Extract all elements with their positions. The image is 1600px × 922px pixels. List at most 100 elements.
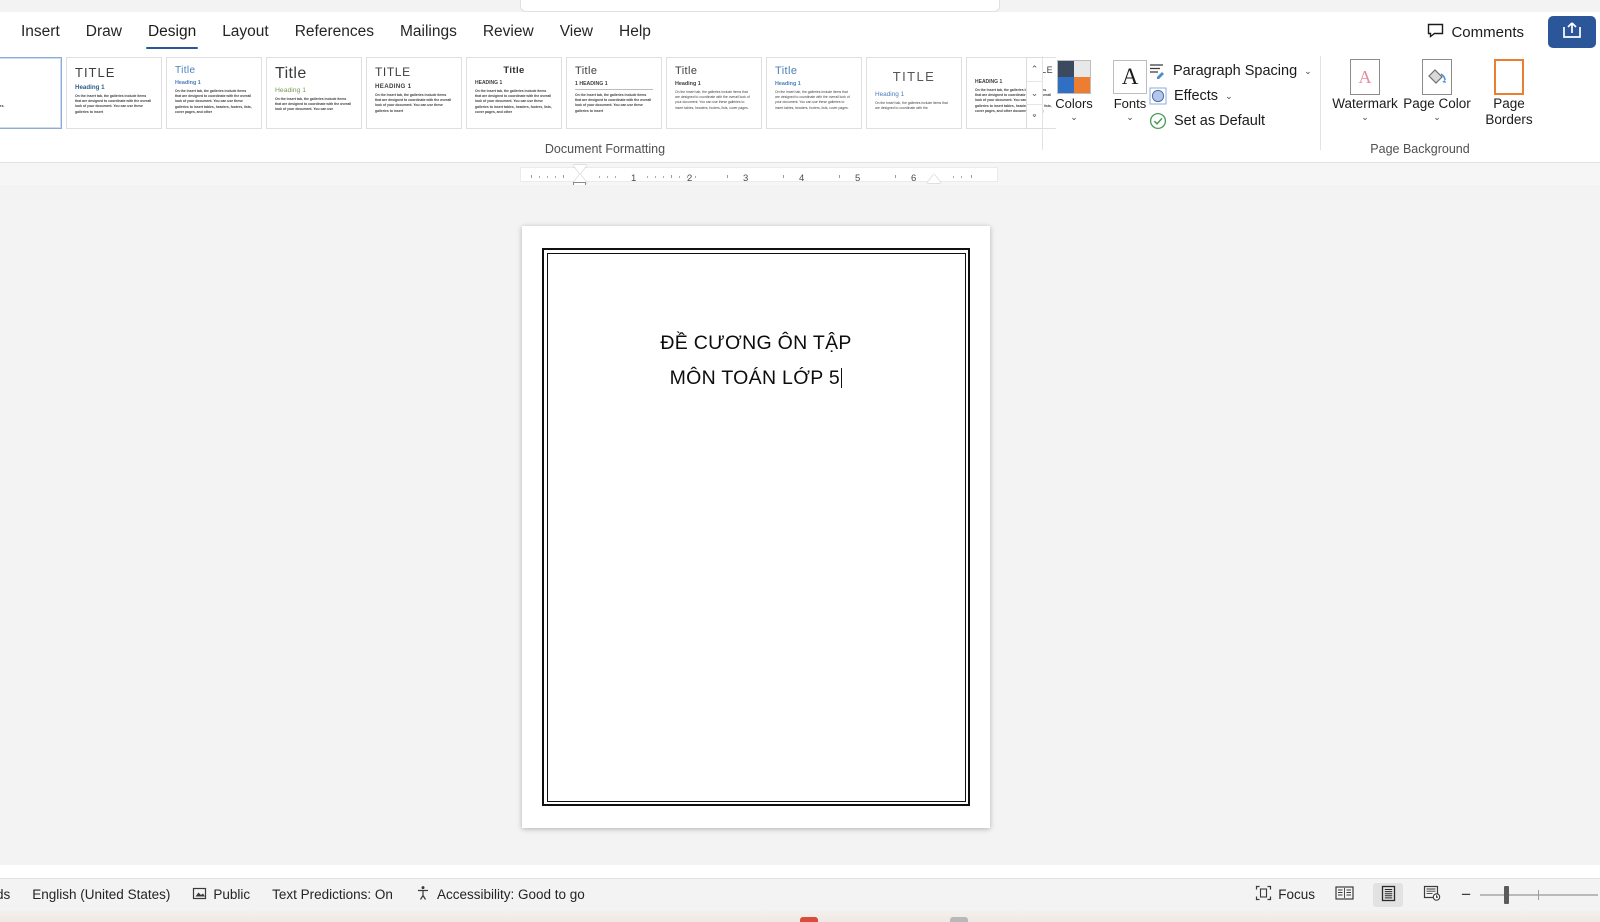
- search-input[interactable]: [520, 0, 1000, 12]
- style-thumbnail[interactable]: Title 1 HEADING 1 On the Insert tab, the…: [566, 57, 662, 129]
- word-count-status[interactable]: ds: [0, 887, 10, 902]
- chevron-down-icon[interactable]: ⌄: [1225, 92, 1233, 100]
- tab-mailings[interactable]: Mailings: [387, 17, 470, 47]
- ruler-tick-2: 2: [687, 173, 692, 184]
- page-borders-icon: [1494, 59, 1524, 95]
- ruler-tick-6: 6: [911, 173, 916, 184]
- zoom-midpoint: [1538, 890, 1539, 900]
- watermark-button[interactable]: A Watermark ⌄: [1330, 56, 1400, 128]
- accessibility-status[interactable]: Accessibility: Good to go: [415, 885, 585, 904]
- effects-label: Effects: [1174, 88, 1218, 104]
- paragraph-spacing-label: Paragraph Spacing: [1173, 63, 1297, 79]
- document-page[interactable]: ĐỀ CƯƠNG ÔN TẬP MÔN TOÁN LỚP 5: [522, 226, 990, 828]
- tab-help[interactable]: Help: [606, 17, 664, 47]
- page-color-button[interactable]: Page Color ⌄: [1402, 56, 1472, 128]
- view-web-layout[interactable]: [1417, 883, 1447, 907]
- style-thumbnail[interactable]: rem includecoordinater document,es to in…: [0, 57, 62, 129]
- page-background-group: A Watermark ⌄ Page Color ⌄ Page Bor: [1330, 56, 1544, 128]
- status-bar-right: Focus: [1255, 883, 1600, 907]
- style-thumbnail[interactable]: TITLE Heading 1 On the Insert tab, the g…: [66, 57, 162, 129]
- chevron-down-icon[interactable]: ⌄: [1126, 113, 1134, 121]
- read-mode-icon: [1335, 885, 1354, 904]
- ruler-tick-4: 4: [799, 173, 804, 184]
- tab-review[interactable]: Review: [470, 17, 547, 47]
- font-A-icon: A: [1113, 60, 1147, 94]
- view-read-mode[interactable]: [1329, 883, 1359, 907]
- ruler-area: 1 2 3 4 5 6: [0, 163, 1600, 185]
- style-thumbnail[interactable]: TITLE Heading 1 On the Insert tab, the g…: [866, 57, 962, 129]
- zoom-track[interactable]: [1480, 894, 1598, 896]
- effects-button[interactable]: Effects ⌄: [1148, 83, 1308, 108]
- set-as-default-button[interactable]: Set as Default: [1148, 108, 1308, 133]
- right-indent-marker[interactable]: [927, 174, 941, 183]
- status-bar: ds English (United States) Public Text P…: [0, 878, 1600, 910]
- sensitivity-label-icon: [192, 886, 207, 904]
- more-styles-icon[interactable]: ⌄‾: [1027, 105, 1042, 128]
- check-circle-icon: [1148, 111, 1167, 130]
- text-predictions-status[interactable]: Text Predictions: On: [272, 887, 393, 902]
- taskbar-sliver: [0, 910, 1600, 922]
- share-icon: [1561, 20, 1583, 45]
- zoom-thumb[interactable]: [1504, 886, 1509, 904]
- watermark-label: Watermark: [1332, 96, 1398, 112]
- document-line-with-cursor: MÔN TOÁN LỚP 5: [522, 361, 990, 396]
- chevron-down-icon[interactable]: ⌄: [1027, 82, 1042, 106]
- set-as-default-label: Set as Default: [1174, 113, 1265, 129]
- minus-icon[interactable]: −: [1461, 888, 1471, 902]
- view-print-layout[interactable]: [1373, 883, 1403, 907]
- document-line-text: MÔN TOÁN LỚP 5: [670, 367, 840, 389]
- web-layout-icon: [1423, 885, 1441, 905]
- style-thumbnail[interactable]: Title Heading 1 On the Insert tab, the g…: [666, 57, 762, 129]
- page-color-label: Page Color: [1403, 96, 1471, 112]
- comments-label: Comments: [1451, 24, 1524, 41]
- horizontal-ruler[interactable]: 1 2 3 4 5 6: [520, 167, 998, 182]
- sensitivity-status[interactable]: Public: [192, 886, 250, 904]
- zoom-slider[interactable]: −: [1461, 888, 1598, 902]
- chevron-down-icon[interactable]: ⌄: [1433, 113, 1441, 121]
- effects-circle-icon: [1148, 86, 1167, 105]
- watermark-icon: A: [1350, 59, 1380, 95]
- chevron-down-icon[interactable]: ⌄: [1361, 113, 1369, 121]
- tab-view[interactable]: View: [547, 17, 606, 47]
- accessibility-icon: [415, 885, 431, 904]
- language-status[interactable]: English (United States): [32, 887, 170, 902]
- tab-references[interactable]: References: [282, 17, 387, 47]
- document-formatting-gallery[interactable]: rem includecoordinater document,es to in…: [0, 57, 1056, 135]
- focus-icon: [1255, 885, 1272, 904]
- chevron-down-icon[interactable]: ⌄: [1070, 113, 1078, 121]
- chevron-down-icon[interactable]: ⌄: [1304, 67, 1312, 75]
- page-color-icon: [1422, 59, 1452, 95]
- chevron-up-icon[interactable]: ⌃: [1027, 58, 1042, 82]
- tab-design[interactable]: Design: [135, 17, 209, 47]
- style-thumbnail[interactable]: Title HEADING 1 On the Insert tab, the g…: [466, 57, 562, 129]
- style-thumbnail[interactable]: TITLE HEADING 1 On the Insert tab, the g…: [366, 57, 462, 129]
- colors-button[interactable]: Colors ⌄: [1048, 56, 1100, 121]
- paragraph-spacing-icon: [1148, 61, 1166, 80]
- gallery-scrollbar[interactable]: ⌃ ⌄ ⌄‾: [1026, 57, 1043, 129]
- ruler-tick-5: 5: [855, 173, 860, 184]
- theme-commands: Paragraph Spacing ⌄ Effects ⌄: [1148, 58, 1308, 133]
- fonts-label: Fonts: [1114, 96, 1147, 111]
- share-button[interactable]: [1548, 16, 1596, 48]
- colors-label: Colors: [1055, 96, 1093, 111]
- comments-button[interactable]: Comments: [1413, 17, 1538, 47]
- window-title-bar: [0, 0, 1600, 12]
- document-text[interactable]: ĐỀ CƯƠNG ÔN TẬP MÔN TOÁN LỚP 5: [522, 326, 990, 396]
- comment-bubble-icon: [1427, 23, 1444, 42]
- ribbon-tab-strip: Insert Draw Design Layout References Mai…: [0, 12, 1600, 52]
- style-thumbnail[interactable]: Title Heading 1 On the Insert tab, the g…: [266, 57, 362, 129]
- text-cursor: [841, 368, 842, 388]
- first-line-indent-marker[interactable]: [573, 165, 587, 174]
- style-thumbnail[interactable]: Title Heading 1 On the Insert tab, the g…: [166, 57, 262, 129]
- paragraph-spacing-button[interactable]: Paragraph Spacing ⌄: [1148, 58, 1308, 83]
- themes-group: Colors ⌄ A Fonts ⌄: [1048, 56, 1156, 121]
- document-formatting-group-label: Document Formatting: [505, 142, 705, 156]
- page-borders-button[interactable]: Page Borders: [1474, 56, 1544, 128]
- tab-insert[interactable]: Insert: [8, 17, 73, 47]
- tab-layout[interactable]: Layout: [209, 17, 282, 47]
- tab-draw[interactable]: Draw: [73, 17, 135, 47]
- style-thumbnail[interactable]: Title Heading 1 On the Insert tab, the g…: [766, 57, 862, 129]
- color-swatch-icon: [1057, 60, 1091, 94]
- focus-button[interactable]: Focus: [1255, 885, 1315, 904]
- document-line: ĐỀ CƯƠNG ÔN TẬP: [522, 326, 990, 361]
